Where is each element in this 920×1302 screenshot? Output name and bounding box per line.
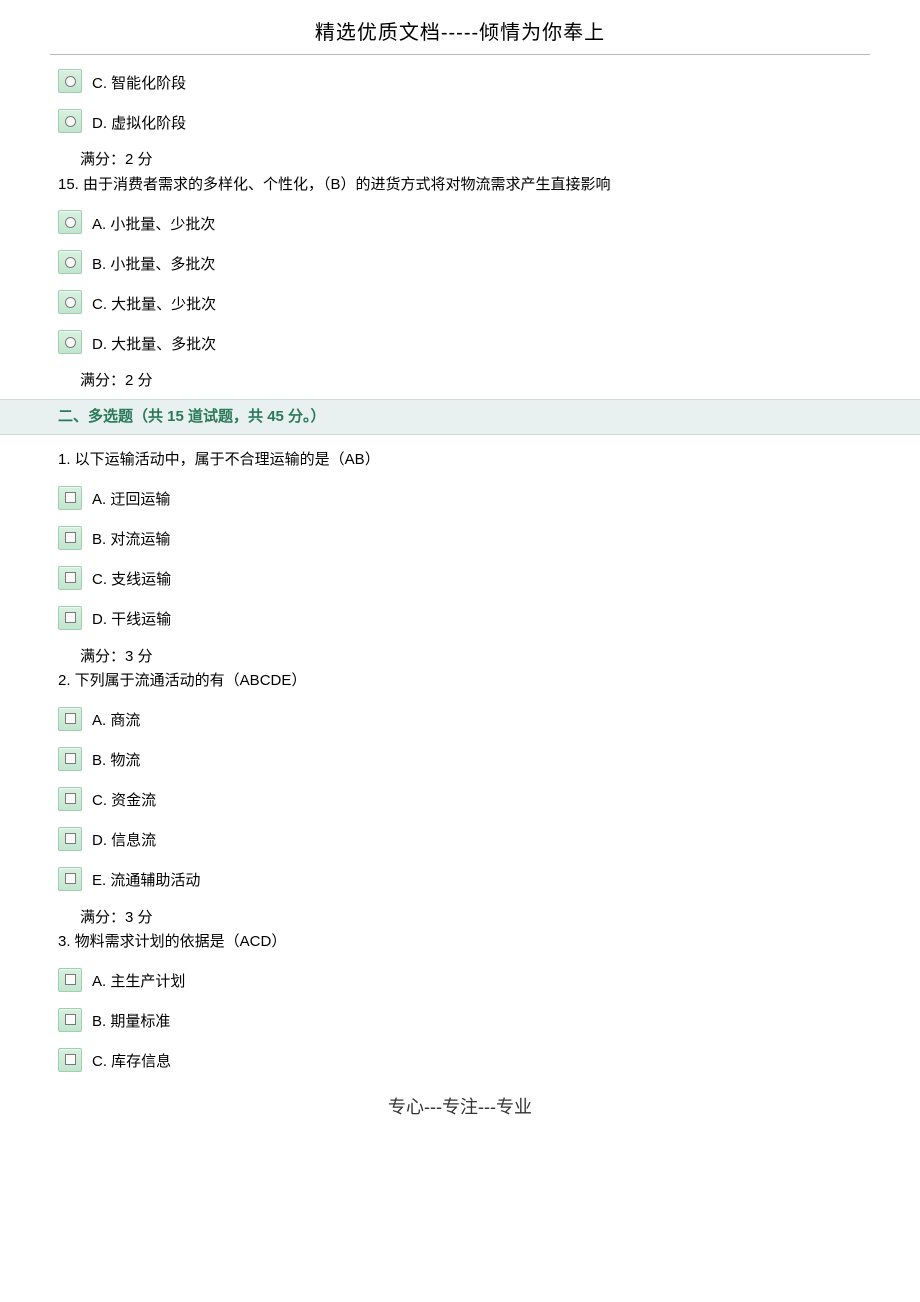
option-label: C. 资金流: [88, 790, 156, 813]
q14-score: 满分：2 分: [58, 149, 862, 172]
mq2-text: 2. 下列属于流通活动的有（ABCDE）: [58, 670, 862, 693]
mq1-text: 1. 以下运输活动中，属于不合理运输的是（AB）: [58, 449, 862, 472]
mq1-option-d: D. 干线运输: [58, 606, 862, 632]
mq2-option-d: D. 信息流: [58, 827, 862, 853]
checkbox-icon[interactable]: [58, 486, 82, 510]
checkbox-icon[interactable]: [58, 827, 82, 851]
checkbox-icon[interactable]: [58, 747, 82, 771]
q15-option-d: D. 大批量、多批次: [58, 330, 862, 356]
q15-text: 15. 由于消费者需求的多样化、个性化，（B）的进货方式将对物流需求产生直接影响: [58, 174, 862, 197]
q15-option-c: C. 大批量、少批次: [58, 290, 862, 316]
checkbox-icon[interactable]: [58, 526, 82, 550]
mq3-option-c: C. 库存信息: [58, 1048, 862, 1074]
option-label: B. 小批量、多批次: [88, 254, 215, 277]
checkbox-icon[interactable]: [58, 707, 82, 731]
page-header: 精选优质文档-----倾情为你奉上: [50, 0, 870, 55]
checkbox-icon[interactable]: [58, 566, 82, 590]
checkbox-icon[interactable]: [58, 787, 82, 811]
checkbox-icon[interactable]: [58, 867, 82, 891]
mq3-option-b: B. 期量标准: [58, 1008, 862, 1034]
radio-icon[interactable]: [58, 330, 82, 354]
radio-icon[interactable]: [58, 109, 82, 133]
option-label: D. 干线运输: [88, 609, 171, 632]
option-label: D. 大批量、多批次: [88, 334, 216, 357]
mq2-option-b: B. 物流: [58, 747, 862, 773]
option-label: A. 商流: [88, 710, 140, 733]
q15-score: 满分：2 分: [58, 370, 862, 393]
mq2-option-e: E. 流通辅助活动: [58, 867, 862, 893]
mq2-option-a: A. 商流: [58, 707, 862, 733]
option-label: D. 信息流: [88, 830, 156, 853]
mq1-option-c: C. 支线运输: [58, 566, 862, 592]
option-label: A. 小批量、少批次: [88, 214, 215, 237]
checkbox-icon[interactable]: [58, 968, 82, 992]
mq1-score: 满分：3 分: [58, 646, 862, 669]
radio-icon[interactable]: [58, 250, 82, 274]
document-content: C. 智能化阶段 D. 虚拟化阶段 满分：2 分 15. 由于消费者需求的多样化…: [0, 69, 920, 1074]
option-label: A. 主生产计划: [88, 971, 185, 994]
q15-option-b: B. 小批量、多批次: [58, 250, 862, 276]
radio-icon[interactable]: [58, 210, 82, 234]
mq2-option-c: C. 资金流: [58, 787, 862, 813]
option-label: D. 虚拟化阶段: [88, 113, 186, 136]
mq1-option-b: B. 对流运输: [58, 526, 862, 552]
option-label: C. 库存信息: [88, 1051, 171, 1074]
mq3-option-a: A. 主生产计划: [58, 968, 862, 994]
radio-icon[interactable]: [58, 69, 82, 93]
q14-option-d: D. 虚拟化阶段: [58, 109, 862, 135]
mq3-text: 3. 物料需求计划的依据是（ACD）: [58, 931, 862, 954]
option-label: B. 对流运输: [88, 529, 170, 552]
option-label: B. 期量标准: [88, 1011, 170, 1034]
option-label: B. 物流: [88, 750, 140, 773]
q15-option-a: A. 小批量、少批次: [58, 210, 862, 236]
mq1-option-a: A. 迂回运输: [58, 486, 862, 512]
checkbox-icon[interactable]: [58, 1048, 82, 1072]
page-footer: 专心---专注---专业: [0, 1094, 920, 1133]
mq2-score: 满分：3 分: [58, 907, 862, 930]
option-label: A. 迂回运输: [88, 489, 170, 512]
section-2-header: 二、多选题（共 15 道试题，共 45 分。）: [0, 399, 920, 436]
option-label: C. 支线运输: [88, 569, 171, 592]
option-label: E. 流通辅助活动: [88, 870, 200, 893]
option-label: C. 大批量、少批次: [88, 294, 216, 317]
q14-option-c: C. 智能化阶段: [58, 69, 862, 95]
checkbox-icon[interactable]: [58, 606, 82, 630]
radio-icon[interactable]: [58, 290, 82, 314]
checkbox-icon[interactable]: [58, 1008, 82, 1032]
option-label: C. 智能化阶段: [88, 73, 186, 96]
